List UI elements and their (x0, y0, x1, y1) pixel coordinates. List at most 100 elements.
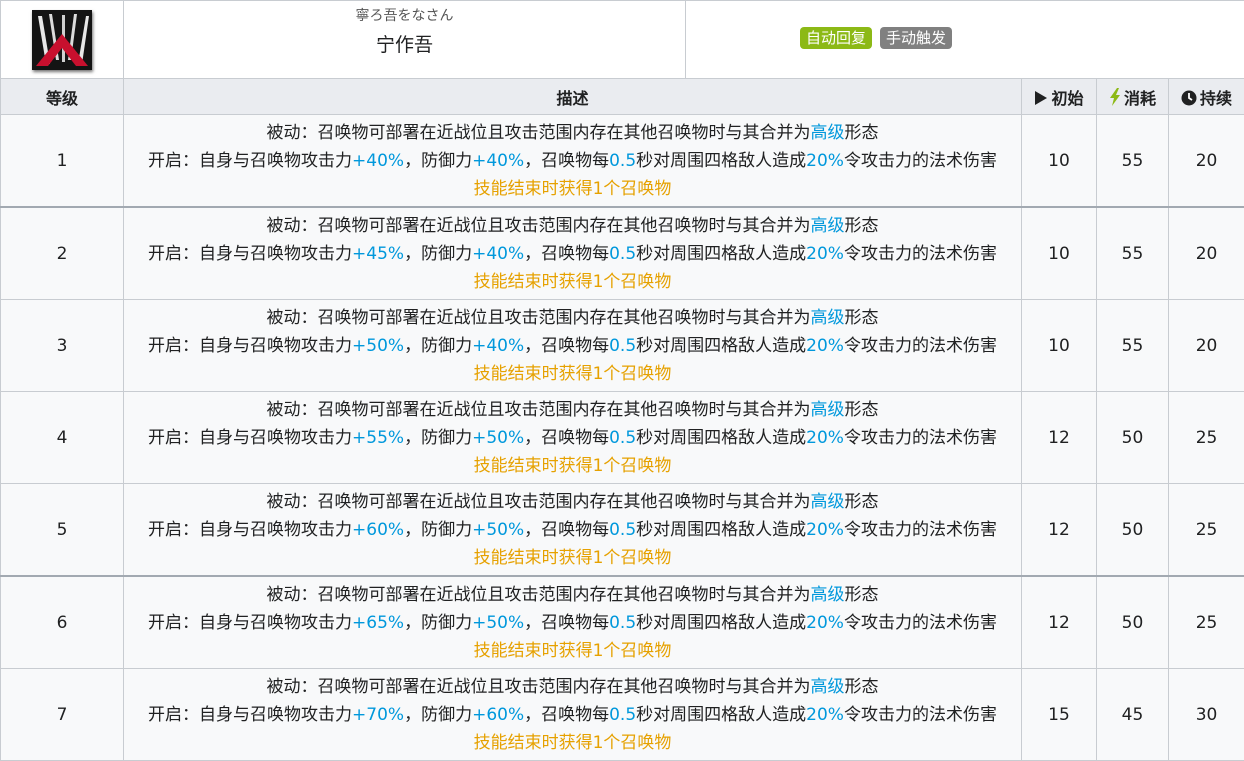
end-line: 技能结束时获得1个召唤物 (124, 729, 1021, 757)
duration-cell: 20 (1169, 300, 1244, 392)
skill-title-row: 寧ろ吾をなさん 宁作吾 自动回复手动触发 (1, 1, 1244, 79)
def-value: +40% (472, 244, 524, 264)
interval-value: 0.5 (609, 613, 636, 633)
passive-line: 被动：召唤物可部署在近战位且攻击范围内存在其他召唤物时与其合并为高级形态 (124, 673, 1021, 701)
level-cell: 6 (1, 576, 124, 669)
passive-suffix: 形态 (845, 308, 879, 328)
duration-cell: 30 (1169, 669, 1244, 761)
table-row: 1 被动：召唤物可部署在近战位且攻击范围内存在其他召唤物时与其合并为高级形态 开… (1, 115, 1244, 208)
interval-value: 0.5 (609, 151, 636, 171)
active-text-a: 开启：自身与召唤物攻击力 (148, 705, 352, 725)
def-value: +40% (472, 151, 524, 171)
atk-value: +45% (352, 244, 404, 264)
atk-value: +55% (352, 428, 404, 448)
active-text-e: 令攻击力的法术伤害 (844, 151, 997, 171)
skill-table: 寧ろ吾をなさん 宁作吾 自动回复手动触发 等级 描述 初始 消耗 持续 1 被动… (0, 0, 1244, 761)
skill-name-ruby: 寧ろ吾をなさん (124, 6, 685, 26)
active-text-c: ，召唤物每 (524, 244, 609, 264)
passive-suffix: 形态 (845, 123, 879, 143)
cost-cell: 50 (1097, 392, 1169, 484)
passive-suffix: 形态 (845, 677, 879, 697)
active-text-c: ，召唤物每 (524, 336, 609, 356)
active-line: 开启：自身与召唤物攻击力+45%，防御力+40%，召唤物每0.5秒对周围四格敌人… (124, 240, 1021, 268)
passive-highlight: 高级 (811, 123, 845, 143)
active-line: 开启：自身与召唤物攻击力+70%，防御力+60%，召唤物每0.5秒对周围四格敌人… (124, 701, 1021, 729)
def-value: +60% (472, 705, 524, 725)
passive-suffix: 形态 (845, 585, 879, 605)
skill-icon (32, 10, 92, 70)
duration-cell: 20 (1169, 207, 1244, 300)
cost-cell: 50 (1097, 484, 1169, 577)
interval-value: 0.5 (609, 428, 636, 448)
header-duration: 持续 (1169, 79, 1244, 115)
level-cell: 2 (1, 207, 124, 300)
active-text-c: ，召唤物每 (524, 428, 609, 448)
passive-line: 被动：召唤物可部署在近战位且攻击范围内存在其他召唤物时与其合并为高级形态 (124, 119, 1021, 147)
active-text-b: ，防御力 (404, 613, 472, 633)
active-text-e: 令攻击力的法术伤害 (844, 336, 997, 356)
damage-value: 20% (806, 151, 844, 171)
active-line: 开启：自身与召唤物攻击力+60%，防御力+50%，召唤物每0.5秒对周围四格敌人… (124, 516, 1021, 544)
play-triangle-icon (1034, 90, 1048, 106)
active-text-d: 秒对周围四格敌人造成 (636, 520, 806, 540)
end-line: 技能结束时获得1个召唤物 (124, 452, 1021, 480)
duration-cell: 20 (1169, 115, 1244, 208)
atk-value: +50% (352, 336, 404, 356)
end-line: 技能结束时获得1个召唤物 (124, 175, 1021, 203)
passive-highlight: 高级 (811, 216, 845, 236)
header-cost: 消耗 (1097, 79, 1169, 115)
active-text-a: 开启：自身与召唤物攻击力 (148, 520, 352, 540)
active-text-e: 令攻击力的法术伤害 (844, 428, 997, 448)
header-initial: 初始 (1022, 79, 1097, 115)
passive-suffix: 形态 (845, 216, 879, 236)
active-line: 开启：自身与召唤物攻击力+65%，防御力+50%，召唤物每0.5秒对周围四格敌人… (124, 609, 1021, 637)
active-line: 开启：自身与召唤物攻击力+50%，防御力+40%，召唤物每0.5秒对周围四格敌人… (124, 332, 1021, 360)
passive-highlight: 高级 (811, 585, 845, 605)
damage-value: 20% (806, 336, 844, 356)
header-level: 等级 (1, 79, 124, 115)
passive-text: 被动：召唤物可部署在近战位且攻击范围内存在其他召唤物时与其合并为 (267, 677, 811, 697)
description-cell: 被动：召唤物可部署在近战位且攻击范围内存在其他召唤物时与其合并为高级形态 开启：… (124, 576, 1022, 669)
table-row: 3 被动：召唤物可部署在近战位且攻击范围内存在其他召唤物时与其合并为高级形态 开… (1, 300, 1244, 392)
def-value: +40% (472, 336, 524, 356)
active-text-a: 开启：自身与召唤物攻击力 (148, 613, 352, 633)
damage-value: 20% (806, 520, 844, 540)
end-line: 技能结束时获得1个召唤物 (124, 360, 1021, 388)
passive-text: 被动：召唤物可部署在近战位且攻击范围内存在其他召唤物时与其合并为 (267, 492, 811, 512)
active-text-e: 令攻击力的法术伤害 (844, 244, 997, 264)
table-row: 2 被动：召唤物可部署在近战位且攻击范围内存在其他召唤物时与其合并为高级形态 开… (1, 207, 1244, 300)
atk-value: +40% (352, 151, 404, 171)
passive-highlight: 高级 (811, 677, 845, 697)
table-row: 7 被动：召唤物可部署在近战位且攻击范围内存在其他召唤物时与其合并为高级形态 开… (1, 669, 1244, 761)
lightning-icon (1109, 88, 1121, 106)
active-text-d: 秒对周围四格敌人造成 (636, 244, 806, 264)
end-line: 技能结束时获得1个召唤物 (124, 637, 1021, 665)
skill-name: 宁作吾 (124, 30, 685, 60)
damage-value: 20% (806, 244, 844, 264)
initial-cell: 15 (1022, 669, 1097, 761)
damage-value: 20% (806, 705, 844, 725)
manual-trigger-badge: 手动触发 (880, 27, 952, 49)
description-cell: 被动：召唤物可部署在近战位且攻击范围内存在其他召唤物时与其合并为高级形态 开启：… (124, 392, 1022, 484)
duration-cell: 25 (1169, 392, 1244, 484)
active-text-d: 秒对周围四格敌人造成 (636, 151, 806, 171)
passive-suffix: 形态 (845, 492, 879, 512)
skill-badges-cell: 自动回复手动触发 (686, 1, 1244, 79)
atk-value: +70% (352, 705, 404, 725)
passive-line: 被动：召唤物可部署在近战位且攻击范围内存在其他召唤物时与其合并为高级形态 (124, 304, 1021, 332)
description-cell: 被动：召唤物可部署在近战位且攻击范围内存在其他召唤物时与其合并为高级形态 开启：… (124, 115, 1022, 208)
level-cell: 4 (1, 392, 124, 484)
active-line: 开启：自身与召唤物攻击力+40%，防御力+40%，召唤物每0.5秒对周围四格敌人… (124, 147, 1021, 175)
passive-highlight: 高级 (811, 492, 845, 512)
active-text-e: 令攻击力的法术伤害 (844, 613, 997, 633)
description-cell: 被动：召唤物可部署在近战位且攻击范围内存在其他召唤物时与其合并为高级形态 开启：… (124, 300, 1022, 392)
passive-text: 被动：召唤物可部署在近战位且攻击范围内存在其他召唤物时与其合并为 (267, 308, 811, 328)
active-line: 开启：自身与召唤物攻击力+55%，防御力+50%，召唤物每0.5秒对周围四格敌人… (124, 424, 1021, 452)
active-text-b: ，防御力 (404, 520, 472, 540)
passive-text: 被动：召唤物可部署在近战位且攻击范围内存在其他召唤物时与其合并为 (267, 400, 811, 420)
active-text-d: 秒对周围四格敌人造成 (636, 705, 806, 725)
passive-suffix: 形态 (845, 400, 879, 420)
interval-value: 0.5 (609, 705, 636, 725)
level-cell: 7 (1, 669, 124, 761)
initial-cell: 12 (1022, 484, 1097, 577)
